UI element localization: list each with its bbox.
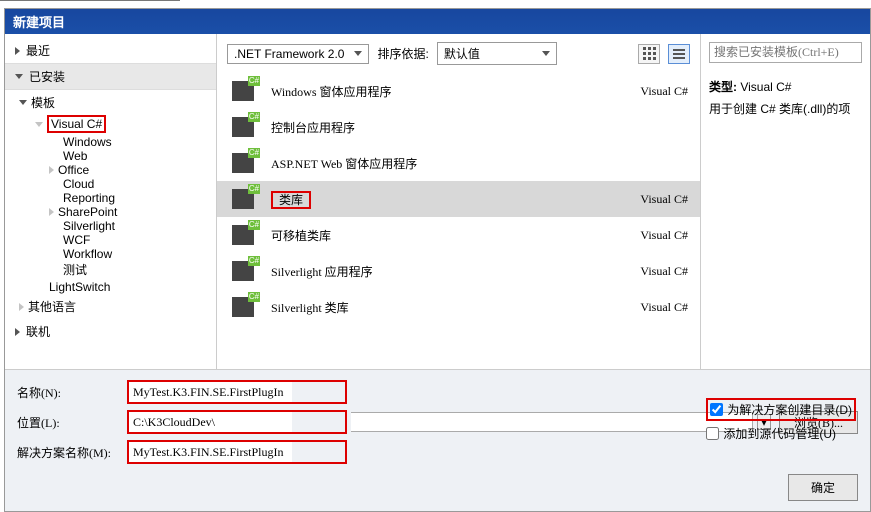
template-item[interactable]: C#Silverlight 应用程序Visual C# <box>217 253 700 289</box>
dialog-title: 新建项目 <box>5 9 870 34</box>
ok-button[interactable]: 确定 <box>788 474 858 501</box>
chevron-down-icon <box>354 51 362 56</box>
name-input[interactable] <box>129 382 292 402</box>
template-description: 用于创建 C# 类库(.dll)的项 <box>709 99 862 121</box>
sidebar-installed[interactable]: 已安装 <box>5 63 216 90</box>
grid-icon <box>643 47 656 60</box>
template-item[interactable]: C#ASP.NET Web 窗体应用程序 <box>217 145 700 181</box>
view-list-button[interactable] <box>668 44 690 64</box>
sort-label: 排序依据: <box>377 45 428 62</box>
location-input-ext[interactable] <box>351 412 753 432</box>
template-list: C#Windows 窗体应用程序Visual C# C#控制台应用程序 C#AS… <box>217 73 700 325</box>
type-label: 类型: <box>709 80 737 94</box>
tree-child[interactable]: SharePoint <box>5 205 216 219</box>
template-item[interactable]: C#可移植类库Visual C# <box>217 217 700 253</box>
tree-child[interactable]: Web <box>5 149 216 163</box>
location-label: 位置(L): <box>17 414 127 431</box>
toolbar: .NET Framework 2.0 排序依据: 默认值 <box>217 34 700 73</box>
tree-child[interactable]: Workflow <box>5 247 216 261</box>
sidebar-online[interactable]: 联机 <box>5 319 216 344</box>
type-value: Visual C# <box>740 80 791 94</box>
list-icon <box>673 49 685 59</box>
create-dir-checkbox[interactable]: 为解决方案创建目录(D) <box>706 398 856 421</box>
footer: 名称(N): 位置(L): ▾ 浏览(B)... 解决方案名称(M): 为解决方… <box>5 369 870 457</box>
sidebar-recent[interactable]: 最近 <box>5 38 216 63</box>
solution-input[interactable] <box>129 442 292 462</box>
add-scm-checkbox[interactable]: 添加到源代码管理(U) <box>706 425 856 442</box>
tree-child[interactable]: WCF <box>5 233 216 247</box>
chevron-down-icon <box>542 51 550 56</box>
tree-child[interactable]: Reporting <box>5 191 216 205</box>
tree-child[interactable]: Office <box>5 163 216 177</box>
framework-combo[interactable]: .NET Framework 2.0 <box>227 44 369 64</box>
solution-label: 解决方案名称(M): <box>17 444 127 461</box>
template-item[interactable]: C#控制台应用程序 <box>217 109 700 145</box>
tree-child[interactable]: 测试 <box>5 261 216 278</box>
template-item[interactable]: C#Windows 窗体应用程序Visual C# <box>217 73 700 109</box>
tree-child[interactable]: Cloud <box>5 177 216 191</box>
tree-visual-csharp[interactable]: Visual C# <box>5 113 216 135</box>
tree-child[interactable]: Windows <box>5 135 216 149</box>
location-input[interactable] <box>129 412 292 432</box>
view-grid-button[interactable] <box>638 44 660 64</box>
tree-child[interactable]: Silverlight <box>5 219 216 233</box>
template-item-classlib[interactable]: C#类库Visual C# <box>217 181 700 217</box>
new-project-dialog: 新建项目 最近 已安装 模板 Visual C# Windows Web Off… <box>4 8 871 512</box>
sort-combo[interactable]: 默认值 <box>437 42 557 65</box>
tree-lightswitch[interactable]: LightSwitch <box>5 278 216 296</box>
tree-otherlang[interactable]: 其他语言 <box>5 296 216 317</box>
search-input[interactable] <box>709 42 862 63</box>
name-label: 名称(N): <box>17 384 127 401</box>
template-item[interactable]: C#Silverlight 类库Visual C# <box>217 289 700 325</box>
tree-templates[interactable]: 模板 <box>5 92 216 113</box>
